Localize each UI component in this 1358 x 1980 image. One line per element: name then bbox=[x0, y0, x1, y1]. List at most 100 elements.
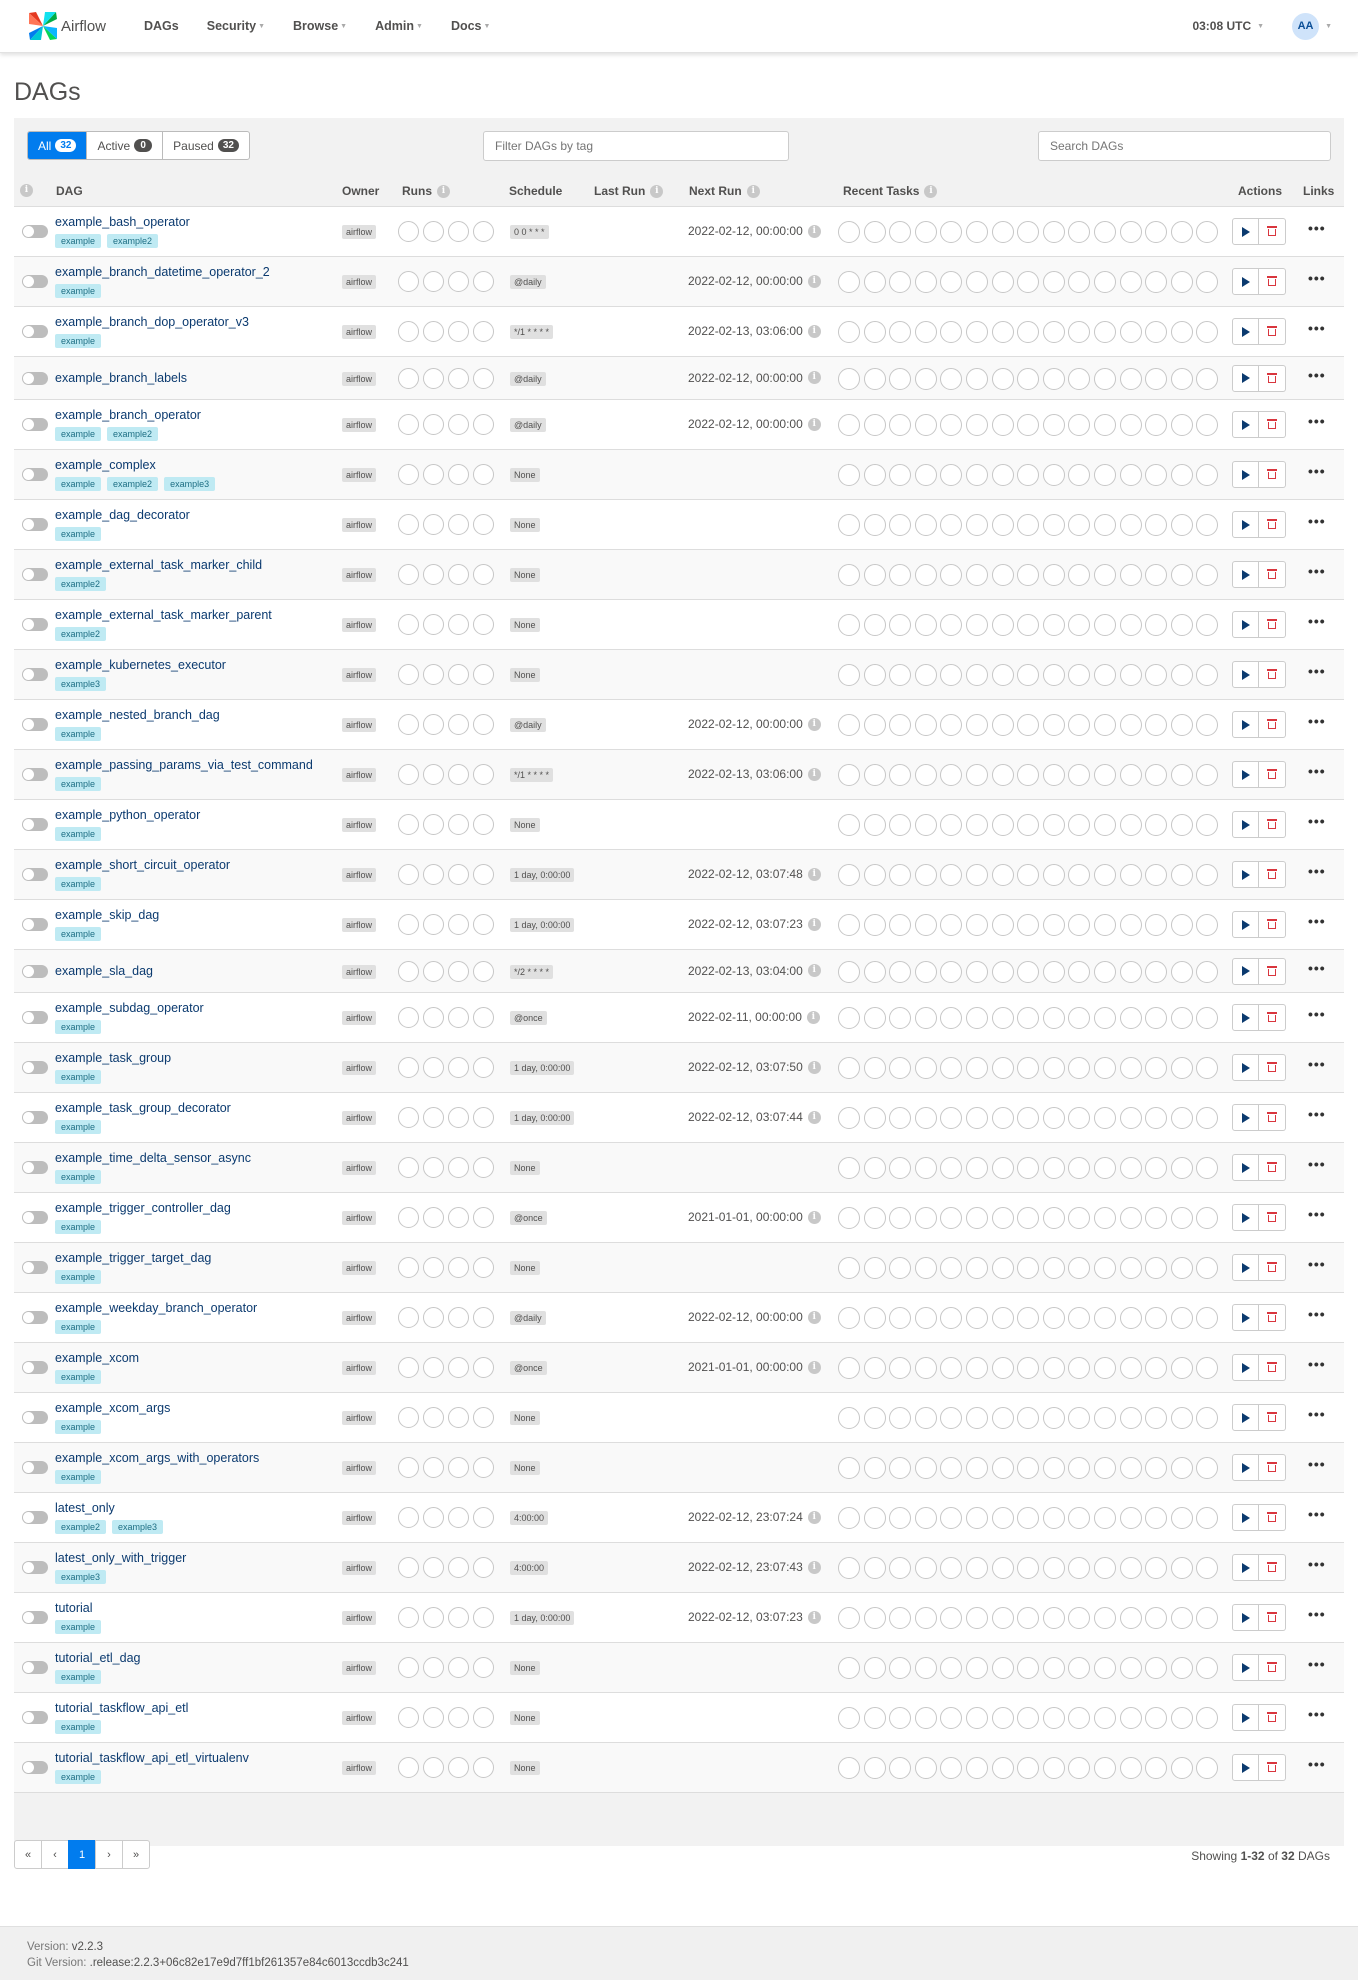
tag-badge[interactable]: example bbox=[55, 1670, 102, 1684]
task-state-circle[interactable] bbox=[863, 1307, 886, 1329]
task-state-circle[interactable] bbox=[914, 1457, 937, 1479]
run-state-circle[interactable] bbox=[473, 271, 494, 292]
more-links-icon[interactable]: ••• bbox=[1308, 1456, 1326, 1472]
run-state-circle[interactable] bbox=[448, 914, 469, 935]
task-state-circle[interactable] bbox=[889, 714, 912, 736]
task-state-circle[interactable] bbox=[863, 714, 886, 736]
run-state-circle[interactable] bbox=[448, 271, 469, 292]
tag-badge[interactable]: example bbox=[55, 427, 102, 441]
task-state-circle[interactable] bbox=[1196, 1307, 1219, 1329]
run-state-circle[interactable] bbox=[448, 1607, 469, 1628]
info-icon[interactable]: i bbox=[807, 1360, 821, 1374]
dag-link[interactable]: example_xcom_args bbox=[55, 1401, 170, 1415]
trigger-dag-button[interactable] bbox=[1232, 611, 1259, 638]
task-state-circle[interactable] bbox=[1119, 367, 1142, 390]
task-state-circle[interactable] bbox=[1093, 664, 1116, 686]
task-state-circle[interactable] bbox=[863, 514, 886, 536]
task-state-circle[interactable] bbox=[863, 221, 886, 243]
more-links-icon[interactable]: ••• bbox=[1308, 1206, 1326, 1222]
dag-link[interactable]: tutorial_taskflow_api_etl_virtualenv bbox=[55, 1751, 249, 1765]
trigger-dag-button[interactable] bbox=[1232, 1254, 1259, 1281]
task-state-circle[interactable] bbox=[1119, 321, 1142, 343]
run-state-circle[interactable] bbox=[473, 321, 494, 342]
info-icon[interactable]: i bbox=[807, 224, 821, 238]
task-state-circle[interactable] bbox=[1042, 321, 1065, 343]
run-state-circle[interactable] bbox=[423, 814, 444, 835]
run-state-circle[interactable] bbox=[473, 1457, 494, 1478]
task-state-circle[interactable] bbox=[863, 321, 886, 343]
task-state-circle[interactable] bbox=[838, 271, 860, 293]
task-state-circle[interactable] bbox=[1119, 814, 1142, 836]
task-state-circle[interactable] bbox=[1170, 1657, 1193, 1679]
task-state-circle[interactable] bbox=[889, 1457, 912, 1479]
run-state-circle[interactable] bbox=[448, 1507, 469, 1528]
task-state-circle[interactable] bbox=[1068, 764, 1091, 786]
task-state-circle[interactable] bbox=[940, 764, 963, 786]
task-state-circle[interactable] bbox=[1042, 864, 1065, 886]
task-state-circle[interactable] bbox=[863, 1757, 886, 1779]
trigger-dag-button[interactable] bbox=[1232, 1304, 1259, 1331]
trigger-dag-button[interactable] bbox=[1232, 218, 1259, 245]
task-state-circle[interactable] bbox=[1068, 960, 1091, 983]
run-state-circle[interactable] bbox=[423, 1007, 444, 1028]
dag-link[interactable]: example_external_task_marker_parent bbox=[55, 608, 272, 622]
task-state-circle[interactable] bbox=[991, 414, 1014, 436]
run-state-circle[interactable] bbox=[423, 367, 444, 389]
task-state-circle[interactable] bbox=[1170, 271, 1193, 293]
tag-badge[interactable]: example2 bbox=[55, 627, 107, 641]
task-state-circle[interactable] bbox=[914, 1257, 937, 1279]
tag-badge[interactable]: example bbox=[55, 727, 102, 741]
task-state-circle[interactable] bbox=[1093, 1057, 1116, 1079]
task-state-circle[interactable] bbox=[838, 1207, 860, 1229]
delete-dag-button[interactable] bbox=[1259, 411, 1286, 438]
task-state-circle[interactable] bbox=[914, 1057, 937, 1079]
run-state-circle[interactable] bbox=[448, 564, 469, 585]
task-state-circle[interactable] bbox=[1170, 1257, 1193, 1279]
task-state-circle[interactable] bbox=[1119, 221, 1142, 243]
trigger-dag-button[interactable] bbox=[1232, 1454, 1259, 1481]
task-state-circle[interactable] bbox=[1170, 1457, 1193, 1479]
delete-dag-button[interactable] bbox=[1259, 1254, 1286, 1281]
run-state-circle[interactable] bbox=[448, 1757, 469, 1778]
task-state-circle[interactable] bbox=[940, 1057, 963, 1079]
run-state-circle[interactable] bbox=[398, 321, 419, 342]
delete-dag-button[interactable] bbox=[1259, 911, 1286, 938]
task-state-circle[interactable] bbox=[965, 321, 988, 343]
delete-dag-button[interactable] bbox=[1259, 1654, 1286, 1681]
delete-dag-button[interactable] bbox=[1259, 611, 1286, 638]
task-state-circle[interactable] bbox=[889, 1657, 912, 1679]
task-state-circle[interactable] bbox=[940, 271, 963, 293]
task-state-circle[interactable] bbox=[1068, 414, 1091, 436]
run-state-circle[interactable] bbox=[398, 1457, 419, 1478]
more-links-icon[interactable]: ••• bbox=[1308, 1256, 1326, 1272]
task-state-circle[interactable] bbox=[1170, 464, 1193, 486]
more-links-icon[interactable]: ••• bbox=[1308, 270, 1326, 286]
task-state-circle[interactable] bbox=[1119, 1007, 1142, 1029]
task-state-circle[interactable] bbox=[914, 1657, 937, 1679]
trigger-dag-button[interactable] bbox=[1232, 1054, 1259, 1081]
task-state-circle[interactable] bbox=[1170, 1107, 1193, 1129]
task-state-circle[interactable] bbox=[991, 714, 1014, 736]
task-state-circle[interactable] bbox=[940, 664, 963, 686]
task-state-circle[interactable] bbox=[991, 1057, 1014, 1079]
task-state-circle[interactable] bbox=[889, 914, 912, 936]
run-state-circle[interactable] bbox=[423, 1207, 444, 1228]
more-links-icon[interactable]: ••• bbox=[1308, 1506, 1326, 1522]
task-state-circle[interactable] bbox=[1170, 814, 1193, 836]
run-state-circle[interactable] bbox=[473, 564, 494, 585]
task-state-circle[interactable] bbox=[1017, 1307, 1040, 1329]
task-state-circle[interactable] bbox=[1068, 1057, 1091, 1079]
trigger-dag-button[interactable] bbox=[1232, 1004, 1259, 1031]
task-state-circle[interactable] bbox=[863, 914, 886, 936]
task-state-circle[interactable] bbox=[991, 564, 1014, 586]
delete-dag-button[interactable] bbox=[1259, 268, 1286, 295]
run-state-circle[interactable] bbox=[473, 221, 494, 242]
pause-toggle[interactable] bbox=[22, 1211, 48, 1224]
tag-badge[interactable]: example bbox=[55, 927, 102, 941]
task-state-circle[interactable] bbox=[1145, 1307, 1168, 1329]
task-state-circle[interactable] bbox=[1145, 1457, 1168, 1479]
run-state-circle[interactable] bbox=[473, 614, 494, 635]
task-state-circle[interactable] bbox=[1017, 1707, 1040, 1729]
nav-security[interactable]: Security ▼ bbox=[207, 19, 265, 33]
task-state-circle[interactable] bbox=[1042, 764, 1065, 786]
